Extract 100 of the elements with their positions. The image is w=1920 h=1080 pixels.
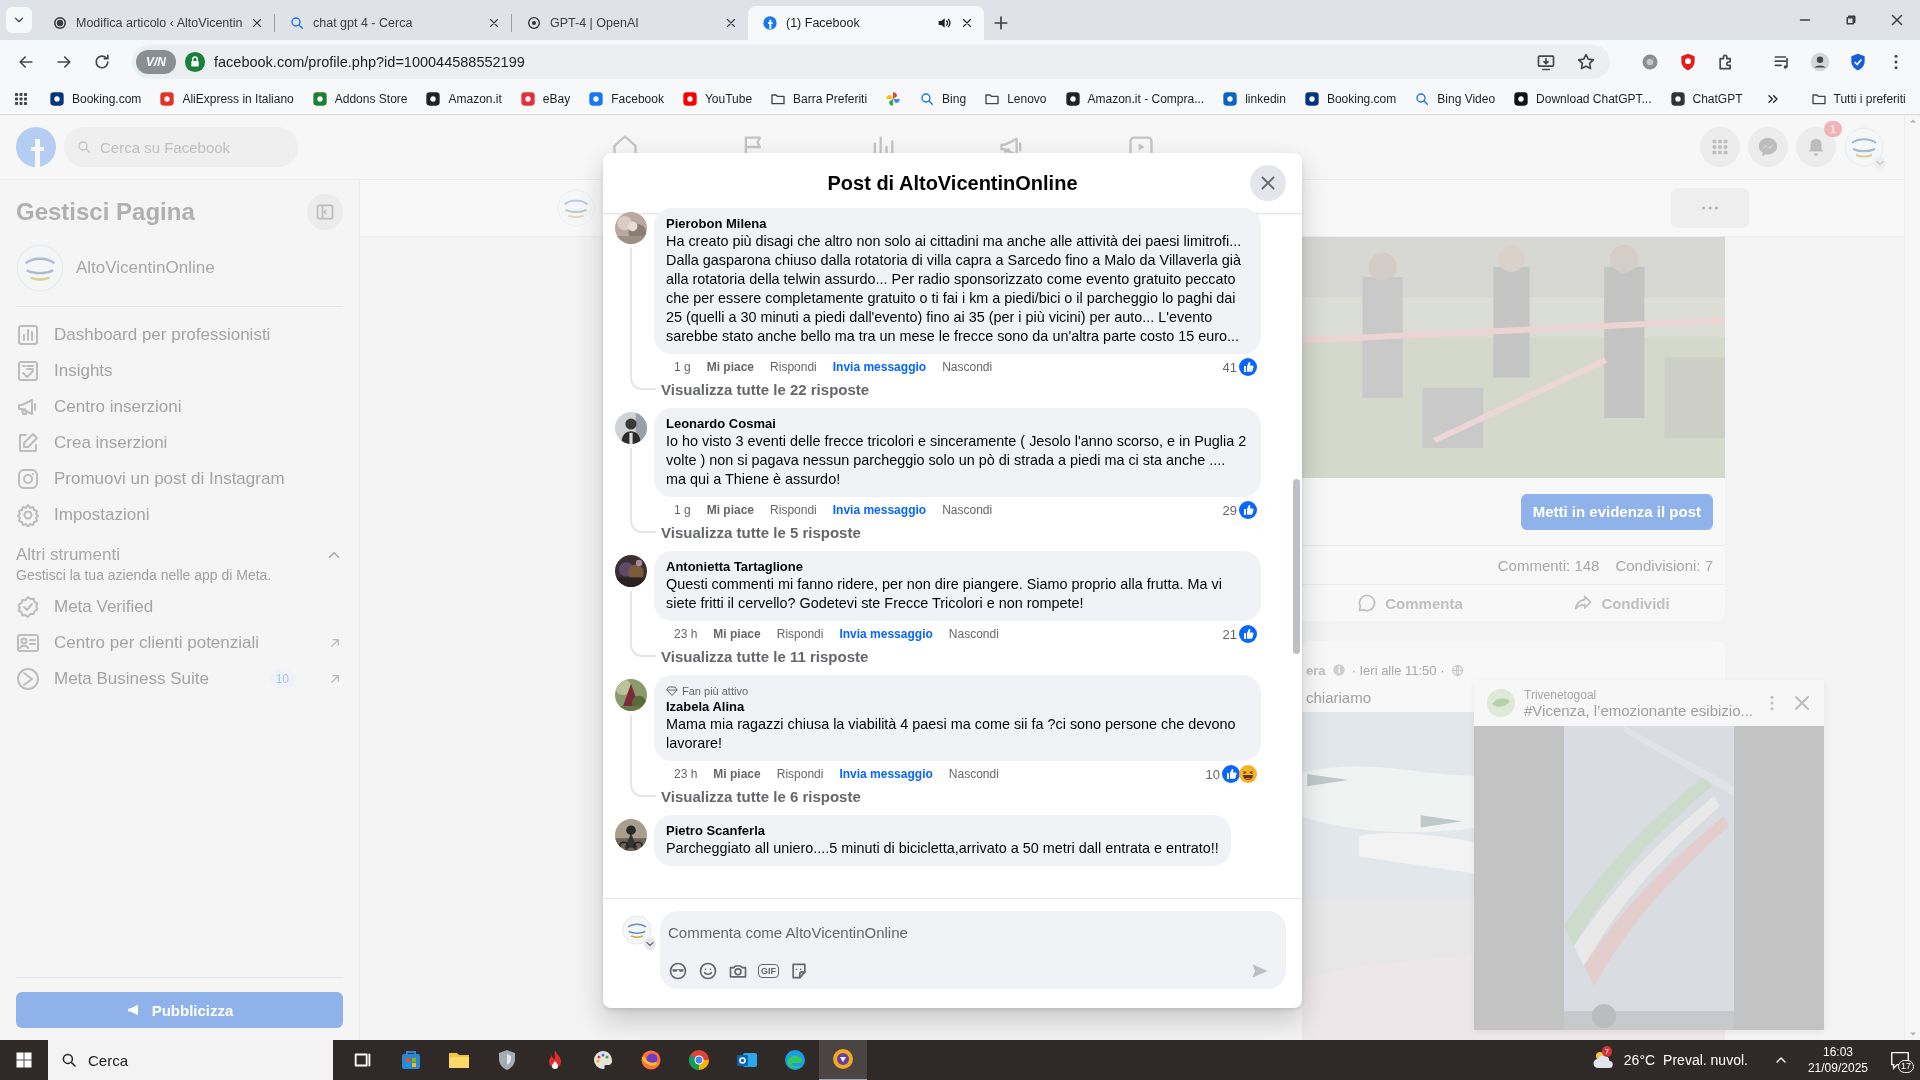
- like-link[interactable]: Mi piace: [706, 360, 755, 374]
- comment-time[interactable]: 23 h: [674, 767, 698, 781]
- emoji-icon[interactable]: [698, 961, 718, 981]
- comment-box[interactable]: Commenta come AltoVicentinOnline GIF: [660, 911, 1286, 989]
- comment-time[interactable]: 1 g: [674, 503, 691, 517]
- view-replies-link[interactable]: Visualizza tutte le 5 risposte: [661, 521, 861, 545]
- like-link[interactable]: Mi piace: [713, 627, 761, 641]
- comment-time[interactable]: 1 g: [674, 360, 691, 374]
- bookmark[interactable]: Bing: [912, 87, 974, 111]
- browser-tab[interactable]: (1) Facebook: [748, 6, 984, 40]
- search-icon: [76, 139, 92, 155]
- badge-check-icon: [16, 595, 40, 619]
- like-link[interactable]: Mi piace: [706, 503, 755, 517]
- bookmark[interactable]: eBay: [512, 87, 578, 111]
- view-replies-link[interactable]: Visualizza tutte le 6 risposte: [661, 785, 861, 809]
- view-replies-link[interactable]: Visualizza tutte le 22 risposte: [661, 378, 870, 402]
- bookmark[interactable]: Lenovo: [977, 87, 1054, 111]
- close-icon[interactable]: [724, 16, 738, 30]
- message-link[interactable]: Invia messaggio: [832, 360, 927, 374]
- site-icon: [311, 91, 328, 107]
- bookmark[interactable]: linkedin: [1215, 87, 1293, 111]
- reply-link[interactable]: Rispondi: [770, 360, 817, 374]
- message-link[interactable]: Invia messaggio: [839, 767, 933, 781]
- browser-tab[interactable]: GPT-4 | OpenAI: [512, 6, 748, 40]
- clock-date: 21/09/2025: [1807, 1060, 1868, 1076]
- comment-text: Questi commenti mi fanno ridere, per non dire piangere. Siamo proprio alla frutta. Ma vi siete fritti il cervello? Godetevi ste Frecce Tricolori e non rompete!: [666, 575, 1223, 613]
- reply-link[interactable]: Rispondi: [776, 627, 824, 641]
- close-icon[interactable]: [250, 16, 264, 30]
- clock[interactable]: 16:03 21/09/2025: [1807, 1044, 1868, 1076]
- gif-button[interactable]: GIF: [758, 964, 779, 978]
- comment-author[interactable]: Antonietta Tartaglione: [666, 559, 1249, 575]
- bookmark[interactable]: Tutti i preferiti: [1803, 87, 1913, 111]
- install-icon[interactable]: [1536, 52, 1556, 72]
- comment-time[interactable]: 23 h: [674, 627, 698, 641]
- message-link[interactable]: Invia messaggio: [832, 503, 927, 517]
- bookmark[interactable]: Booking.com: [42, 87, 149, 111]
- bookmark[interactable]: YouTube: [674, 87, 760, 111]
- post-text: chiariamo: [1305, 688, 1372, 708]
- site-icon: [159, 91, 176, 107]
- bookmark[interactable]: Bing Video: [1407, 87, 1503, 111]
- hide-link[interactable]: Nascondi: [948, 767, 999, 781]
- section-subtitle: Gestisci la tua azienda nelle app di Meta.: [16, 567, 273, 583]
- notification-count: 17: [1898, 1060, 1914, 1073]
- extension-icon[interactable]: [1640, 52, 1660, 72]
- bookmark[interactable]: Barra Preferiti: [763, 87, 875, 111]
- like-link[interactable]: Mi piace: [713, 767, 761, 781]
- logo-icon: [16, 244, 64, 292]
- reply-link[interactable]: Rispondi: [776, 767, 824, 781]
- bookmark[interactable]: Amazon.it - Compra...: [1057, 87, 1212, 111]
- bookmark[interactable]: Addons Store: [304, 87, 415, 111]
- apps-icon[interactable]: [12, 90, 30, 108]
- close-icon[interactable]: [960, 16, 974, 30]
- bookmark[interactable]: Download ChatGPT...: [1506, 87, 1659, 111]
- profile-icon[interactable]: [1809, 51, 1831, 73]
- start-icon[interactable]: [14, 1050, 34, 1070]
- sunglasses-face-icon[interactable]: [668, 961, 688, 981]
- comment-field[interactable]: Commenta come AltoVicentinOnline: [668, 917, 1270, 947]
- search-field[interactable]: Cerca: [48, 1040, 333, 1080]
- folder-icon: [984, 91, 1001, 107]
- temperature: 26°C: [1623, 1052, 1656, 1068]
- firefox-icon[interactable]: [639, 1048, 663, 1072]
- browser-tab[interactable]: chat gpt 4 - Cerca: [275, 6, 511, 40]
- bookmark[interactable]: AliExpress in Italiano: [152, 87, 301, 111]
- hide-link[interactable]: Nascondi: [942, 360, 993, 374]
- palette-icon[interactable]: [591, 1048, 615, 1072]
- logo-icon: [1486, 688, 1516, 718]
- notification-icon[interactable]: [1889, 1049, 1911, 1071]
- address-field[interactable]: facebook.com/profile.php?id=100044588552199: [214, 54, 1522, 70]
- edge-icon[interactable]: [783, 1048, 807, 1072]
- comment-icon: [1357, 593, 1378, 613]
- shield-check-icon[interactable]: [1848, 52, 1868, 72]
- hide-link[interactable]: Nascondi: [942, 503, 993, 517]
- close-button[interactable]: [1250, 165, 1286, 201]
- close-icon[interactable]: [487, 16, 501, 30]
- bookmark[interactable]: Facebook: [581, 87, 671, 111]
- hide-link[interactable]: Nascondi: [948, 627, 999, 641]
- star-icon[interactable]: [1576, 52, 1596, 72]
- reload-icon[interactable]: [92, 52, 112, 72]
- bookmark[interactable]: ChatGPT: [1662, 87, 1750, 111]
- message-link[interactable]: Invia messaggio: [839, 627, 933, 641]
- view-replies-link[interactable]: Visualizza tutte le 11 risposte: [661, 645, 869, 669]
- comment-author[interactable]: Pietro Scanferla: [666, 823, 1219, 839]
- vpn-badge[interactable]: V/N: [136, 50, 176, 74]
- comment-author[interactable]: Izabela Alina: [666, 699, 1249, 715]
- comment-author[interactable]: Pierobon Milena: [666, 216, 1249, 232]
- chevron-down-icon: [1874, 157, 1886, 169]
- reaction-count: 10: [1205, 766, 1220, 782]
- comment-author[interactable]: Leonardo Cosmai: [666, 416, 1249, 432]
- dialog-title: Post di AltoVicentinOnline: [826, 171, 1079, 195]
- bookmark[interactable]: Booking.com: [1296, 87, 1404, 111]
- browser-tab[interactable]: Modifica articolo ‹ AltoVicentin: [38, 6, 274, 40]
- comment-text: Io ho visto 3 eventi delle frecce tricolori e sinceramente ( Jesolo l'anno scorso, e in Puglia 2 volte ) non si pagava nessun parcheggio solo un pò di strada a piedi ma ci sta anche .... ma qui a Thiene è assurdo!: [666, 432, 1248, 489]
- sticker-icon[interactable]: [789, 961, 809, 981]
- bookmark[interactable]: Amazon.it: [418, 87, 509, 111]
- reply-link[interactable]: Rispondi: [770, 503, 817, 517]
- browser-icon[interactable]: [831, 1047, 855, 1071]
- pinwheel-icon[interactable]: [885, 91, 902, 107]
- store-icon[interactable]: [399, 1048, 423, 1072]
- chrome-icon[interactable]: [687, 1048, 711, 1072]
- scrollbar-thumb[interactable]: [1292, 479, 1300, 654]
